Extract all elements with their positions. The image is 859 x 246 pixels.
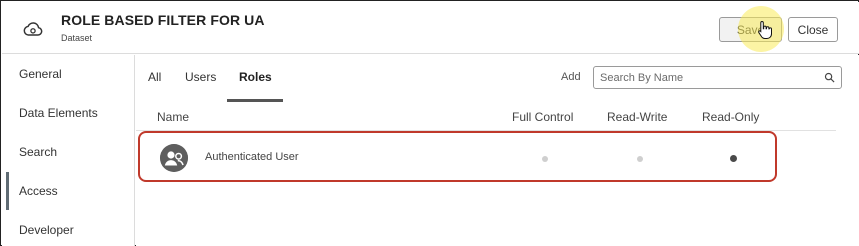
sidebar: General Data Elements Search Access Deve… [2, 55, 135, 246]
read-write-radio[interactable] [637, 156, 643, 162]
sidebar-item-label: Developer [19, 223, 74, 237]
save-button[interactable]: Save [719, 17, 782, 42]
sidebar-item-access[interactable]: Access [2, 172, 135, 210]
column-header-full-control: Full Control [512, 110, 574, 124]
sidebar-item-data-elements[interactable]: Data Elements [2, 94, 135, 132]
column-header-read-only: Read-Only [702, 110, 760, 124]
read-only-radio[interactable] [730, 155, 737, 162]
tab-users[interactable]: Users [185, 70, 216, 84]
sidebar-item-search[interactable]: Search [2, 133, 135, 171]
sidebar-item-label: Search [19, 145, 58, 159]
full-control-radio[interactable] [542, 156, 548, 162]
close-button[interactable]: Close [788, 17, 838, 42]
search-icon[interactable] [824, 72, 835, 83]
sidebar-item-general[interactable]: General [2, 55, 135, 93]
group-avatar-icon [160, 144, 188, 172]
tab-roles[interactable]: Roles [239, 70, 272, 84]
page-title: ROLE BASED FILTER FOR UA [61, 12, 265, 28]
add-label: Add [561, 71, 581, 83]
table-row[interactable]: Authenticated User [138, 131, 777, 182]
dialog-frame: ROLE BASED FILTER FOR UA Dataset Save Cl… [0, 0, 859, 246]
sidebar-item-developer[interactable]: Developer [2, 211, 135, 246]
access-tabs: All Users Roles Add [136, 55, 842, 102]
sidebar-item-label: General [19, 67, 62, 81]
row-name: Authenticated User [205, 151, 299, 163]
dialog-header: ROLE BASED FILTER FOR UA Dataset Save Cl… [2, 2, 859, 54]
column-header-read-write: Read-Write [607, 110, 668, 124]
search-box [593, 66, 842, 89]
search-input[interactable] [600, 70, 820, 85]
sidebar-item-label: Data Elements [19, 106, 98, 120]
access-panel: All Users Roles Add Name Full Control Re… [136, 55, 859, 246]
active-tab-indicator [227, 99, 283, 102]
sidebar-item-label: Access [19, 184, 58, 198]
dataset-cloud-icon [23, 22, 43, 36]
column-header-name: Name [157, 110, 190, 124]
page-subtitle: Dataset [61, 33, 93, 43]
tab-all[interactable]: All [148, 70, 161, 84]
